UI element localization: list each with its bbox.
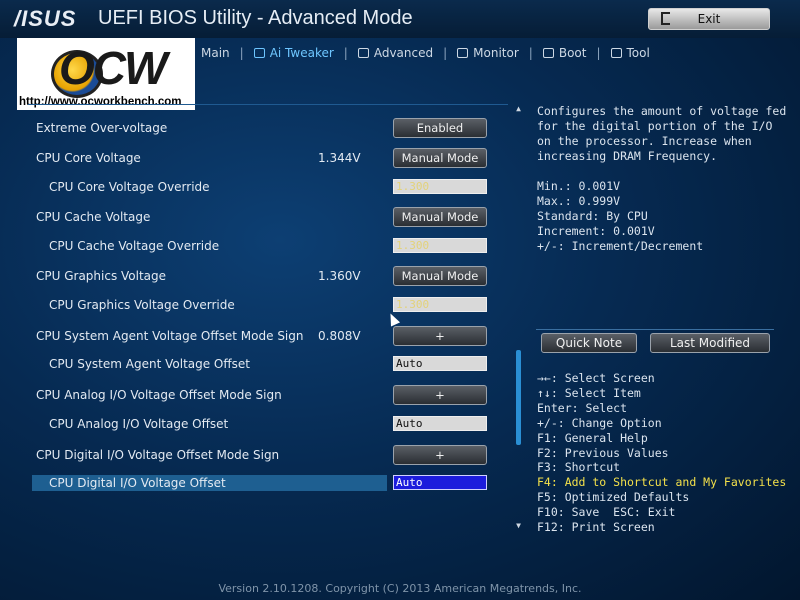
title-bar: /ISUS UEFI BIOS Utility - Advanced Mode …	[0, 0, 800, 38]
key-legend-item: Enter: Select	[537, 400, 628, 415]
tool-icon	[610, 48, 622, 58]
tab-label: Boot	[558, 46, 587, 60]
key-legend-item: ↑↓: Select Item	[537, 385, 641, 400]
help-description: Configures the amount of voltage fed for…	[537, 104, 794, 163]
tab-label: Ai Tweaker	[269, 46, 334, 60]
power-icon	[542, 48, 554, 58]
setting-label[interactable]: CPU Analog I/O Voltage Offset	[49, 417, 228, 431]
logo-url: http://www.ocworkbench.com	[19, 96, 182, 108]
key-legend-item: F4: Add to Shortcut and My Favorites	[537, 475, 787, 490]
tab-separator: |	[343, 46, 348, 60]
setting-mode-button[interactable]: Manual Mode	[393, 207, 487, 227]
help-info-line: Max.: 0.999V	[537, 194, 621, 208]
setting-label[interactable]: CPU Graphics Voltage Override	[49, 298, 235, 312]
setting-current-value: 1.344V	[318, 151, 361, 165]
setting-value-field[interactable]: 1.300	[393, 179, 487, 194]
tab-monitor[interactable]: Monitor	[451, 46, 525, 60]
logo-text: OCW	[59, 42, 167, 94]
help-info-line: +/-: Increment/Decrement	[537, 239, 704, 253]
exit-button[interactable]: Exit	[648, 8, 770, 30]
setting-mode-button[interactable]: Manual Mode	[393, 148, 487, 168]
help-info-line: Min.: 0.001V	[537, 179, 621, 193]
setting-current-value: 1.360V	[318, 269, 361, 283]
key-legend-item: F5: Optimized Defaults	[537, 490, 690, 505]
setting-label[interactable]: CPU Cache Voltage Override	[49, 239, 219, 253]
key-legend-item: F1: General Help	[537, 430, 648, 445]
tab-separator: |	[596, 46, 601, 60]
tab-label: Tool	[626, 46, 650, 60]
setting-mode-button[interactable]: +	[393, 445, 487, 465]
help-info-line: Standard: By CPU	[537, 209, 648, 223]
ocworkbench-watermark: OCW http://www.ocworkbench.com	[17, 38, 195, 110]
help-info: Min.: 0.001V Max.: 0.999V Standard: By CPU…	[537, 179, 787, 254]
tab-separator: |	[239, 46, 244, 60]
setting-value-field[interactable]: Auto	[393, 416, 487, 431]
setting-label[interactable]: CPU Digital I/O Voltage Offset Mode Sign	[36, 448, 279, 462]
setting-value-field[interactable]: 1.300	[393, 297, 487, 312]
setting-label[interactable]: CPU Graphics Voltage	[36, 269, 166, 283]
setting-label[interactable]: CPU Core Voltage	[36, 151, 141, 165]
right-divider	[536, 329, 774, 330]
asus-logo: /ISUS	[14, 6, 77, 31]
last-modified-button[interactable]: Last Modified	[650, 333, 770, 353]
key-legend: →←: Select Screen ↑↓: Select Item Enter: S…	[537, 371, 787, 535]
help-info-line: Increment: 0.001V	[537, 224, 655, 238]
setting-current-value: 0.808V	[318, 329, 361, 343]
key-legend-item: F2: Previous Values	[537, 445, 669, 460]
tab-separator: |	[528, 46, 533, 60]
setting-label[interactable]: CPU Cache Voltage	[36, 210, 150, 224]
content-divider	[28, 104, 508, 105]
quick-note-button[interactable]: Quick Note	[541, 333, 637, 353]
key-legend-item: F12: Print Screen	[537, 520, 655, 535]
setting-mode-button[interactable]: +	[393, 326, 487, 346]
exit-label: Exit	[697, 12, 721, 26]
scroll-down-icon[interactable]: ▼	[514, 521, 523, 530]
setting-label[interactable]: CPU Digital I/O Voltage Offset	[49, 476, 226, 490]
key-legend-item: →←: Select Screen	[537, 371, 655, 385]
tab-main[interactable]: Main	[195, 46, 236, 60]
setting-value-field[interactable]: 1.300	[393, 238, 487, 253]
setting-label[interactable]: CPU Core Voltage Override	[49, 180, 210, 194]
key-legend-item: +/-: Change Option	[537, 415, 662, 430]
setting-label[interactable]: CPU Analog I/O Voltage Offset Mode Sign	[36, 388, 282, 402]
tab-separator: |	[443, 46, 448, 60]
setting-value-field[interactable]: Auto	[393, 356, 487, 371]
footer-version: Version 2.10.1208. Copyright (C) 2013 Am…	[218, 582, 582, 595]
setting-label[interactable]: CPU System Agent Voltage Offset	[49, 357, 250, 371]
setting-mode-button[interactable]: Enabled	[393, 118, 487, 138]
monitor-icon	[457, 48, 469, 58]
key-legend-item: F10: Save ESC: Exit	[537, 505, 676, 520]
tab-ai-tweaker[interactable]: Ai Tweaker	[248, 46, 340, 60]
tab-label: Monitor	[473, 46, 519, 60]
setting-label[interactable]: Extreme Over-voltage	[36, 121, 167, 135]
advanced-icon	[357, 48, 369, 58]
tab-label: Main	[201, 46, 230, 60]
tab-boot[interactable]: Boot	[537, 46, 593, 60]
mouse-pointer-icon	[385, 311, 401, 327]
setting-mode-button[interactable]: +	[393, 385, 487, 405]
tab-label: Advanced	[373, 46, 434, 60]
key-legend-item: F3: Shortcut	[537, 460, 621, 475]
tweaker-icon	[253, 48, 265, 58]
main-tabs: Main | Ai Tweaker | Advanced | Monitor | Boot | To…	[195, 44, 656, 62]
exit-icon	[661, 12, 670, 25]
setting-label[interactable]: CPU System Agent Voltage Offset Mode Sig…	[36, 329, 304, 343]
setting-value-field[interactable]: Auto	[393, 475, 487, 490]
setting-mode-button[interactable]: Manual Mode	[393, 266, 487, 286]
tab-advanced[interactable]: Advanced	[352, 46, 439, 60]
scrollbar-thumb[interactable]	[516, 350, 521, 445]
window-title: UEFI BIOS Utility - Advanced Mode	[98, 7, 413, 29]
tab-tool[interactable]: Tool	[605, 46, 656, 60]
scrollbar[interactable]	[514, 112, 522, 522]
